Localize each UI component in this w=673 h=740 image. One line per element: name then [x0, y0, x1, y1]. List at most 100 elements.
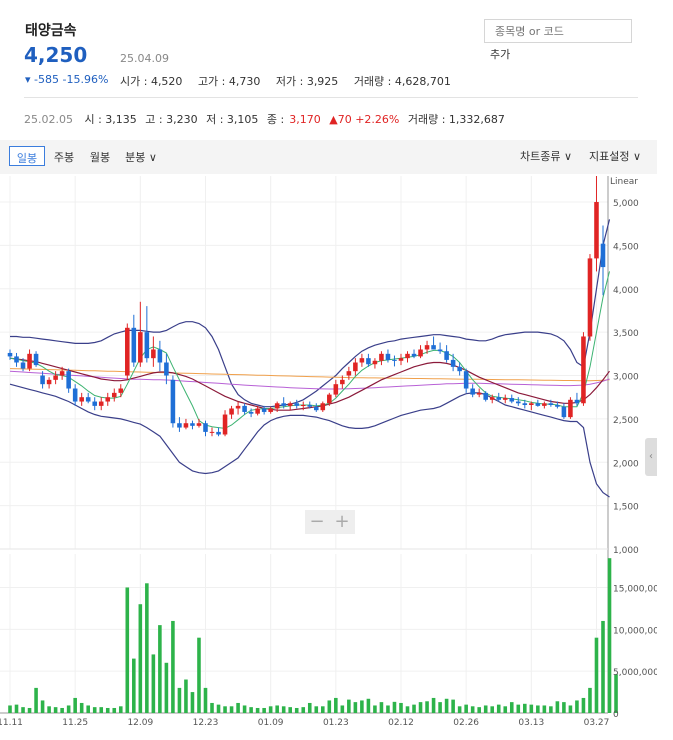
volume-bar: [60, 707, 64, 713]
candle-body: [529, 403, 534, 406]
candle-body: [424, 345, 430, 350]
volume-bar: [412, 704, 416, 713]
tab-minute[interactable]: 분봉 ∨: [119, 146, 163, 166]
candle-body: [46, 379, 52, 385]
volume-bar: [203, 687, 208, 713]
volume-bar: [581, 697, 586, 713]
candle-body: [111, 392, 117, 398]
volume-bar: [262, 707, 266, 713]
volume-bar: [601, 620, 605, 713]
volume-bar: [607, 558, 612, 713]
candle-body: [600, 243, 606, 268]
candle-body: [411, 353, 417, 357]
volume-bar: [320, 706, 325, 713]
candle-body: [405, 353, 410, 359]
candle-body: [587, 258, 593, 337]
volume-bar: [281, 706, 286, 713]
candle-body: [542, 403, 547, 406]
volume-bar: [555, 701, 560, 713]
candle-body: [92, 401, 97, 406]
candle-body: [196, 423, 202, 426]
x-tick-label: 11.11: [0, 718, 23, 728]
candle-body: [242, 405, 247, 412]
volume-bar: [236, 702, 240, 713]
volume-bar: [34, 687, 38, 713]
stock-chart[interactable]: 5,000 4,500 4,000 3,500 3,000 2,500 2,000 1,500…: [0, 176, 657, 740]
candle-body: [483, 392, 488, 400]
add-button[interactable]: 추가: [490, 46, 510, 62]
quote-stats: 시가 : 4,520 고가 : 4,730 저가 : 3,925 거래량 : 4…: [120, 73, 463, 89]
candle-body: [170, 379, 176, 424]
candle-body: [359, 358, 365, 363]
x-tick-label: 12.23: [193, 718, 219, 728]
candle-body: [568, 399, 573, 418]
volume-bar: [73, 697, 77, 713]
volume-bar: [444, 698, 449, 713]
hover-close-label: 종 :: [266, 113, 285, 126]
grid-lines: [0, 176, 608, 714]
candle-body: [125, 327, 130, 376]
search-input[interactable]: [484, 19, 632, 43]
volume-bar: [118, 706, 123, 713]
x-tick-label: 01.09: [258, 718, 284, 728]
volume-bar: [516, 704, 521, 713]
volume-bar: [40, 700, 45, 713]
volume-bar: [366, 698, 371, 713]
candle-body: [353, 362, 358, 372]
candle-body: [385, 353, 391, 360]
candle-body: [340, 379, 345, 385]
volume-bar: [138, 604, 143, 713]
candle-body: [287, 403, 293, 406]
candle-body: [333, 384, 339, 395]
volume-bar: [92, 707, 97, 713]
candle-body: [379, 353, 384, 361]
volume-bar: [47, 706, 51, 713]
volume-tick-label: 10,000,000: [613, 626, 657, 636]
divider: [24, 97, 638, 98]
tab-monthly[interactable]: 월봉: [83, 146, 117, 166]
candle-body: [216, 431, 221, 435]
candle-body: [431, 345, 436, 350]
price-tick-label: 1,500: [613, 503, 639, 513]
volume-bar: [229, 706, 234, 713]
candle-body: [346, 371, 352, 376]
chart-type-select[interactable]: 차트종류 ∨: [520, 148, 572, 164]
candle-body: [157, 349, 163, 363]
candle-body: [209, 431, 215, 433]
tab-daily[interactable]: 일봉: [9, 146, 45, 166]
candle-body: [522, 403, 528, 406]
volume-bar: [190, 692, 195, 713]
price-tick-label: 3,500: [613, 329, 639, 339]
side-panel-toggle[interactable]: ‹: [645, 438, 657, 476]
indicator-settings-select[interactable]: 지표설정 ∨: [589, 148, 641, 164]
volume-bar: [614, 674, 618, 713]
volume-bar: [8, 705, 12, 713]
candle-body: [372, 360, 378, 365]
candle-body: [131, 327, 137, 363]
candle-body: [516, 401, 521, 404]
price-tick-label: 1,000: [613, 546, 639, 556]
volume-bar: [327, 700, 332, 713]
volume-tick-label: 0: [613, 710, 619, 720]
volume-bar: [431, 697, 436, 713]
candle-body: [327, 394, 332, 404]
candle-body: [437, 349, 443, 352]
volume-bar: [509, 702, 514, 713]
candle-body: [274, 403, 280, 409]
price-change: ▾ -585 -15.96%: [25, 73, 109, 86]
volume-bar: [164, 662, 169, 713]
candle-body: [300, 405, 306, 407]
candle-body: [470, 388, 475, 395]
zoom-in-button[interactable]: +: [330, 511, 354, 532]
candle-body: [281, 403, 286, 406]
volume-bar: [27, 707, 32, 713]
candle-body: [594, 202, 599, 259]
candle-body: [392, 359, 397, 361]
volume-bar: [575, 700, 579, 713]
candle-body: [190, 423, 195, 426]
tab-weekly[interactable]: 주봉: [47, 146, 81, 166]
candle-body: [261, 408, 267, 412]
volume-bar: [568, 705, 573, 713]
zoom-out-button[interactable]: −: [305, 511, 329, 532]
bollinger-lower-line: [9, 383, 610, 498]
